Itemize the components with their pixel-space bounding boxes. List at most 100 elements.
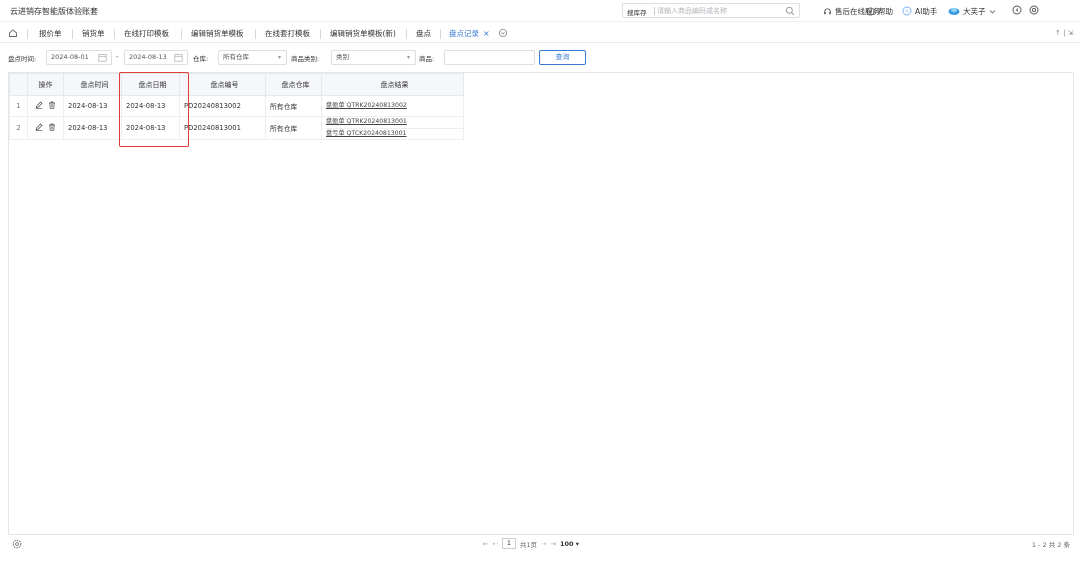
row-actions: [27, 95, 64, 117]
first-page-button[interactable]: ⇤: [483, 540, 488, 548]
tab-edit-sales-template[interactable]: 编辑销货单模板: [191, 28, 244, 40]
pagination: ⇤ ⇠ 1 共1页 ⇢ ⇥ 100 ▾: [483, 538, 579, 549]
tab-sales-order[interactable]: 销货单: [82, 28, 105, 40]
product-label: 商品:: [419, 55, 435, 63]
record-count: 1 - 2 共 2 条: [1031, 541, 1070, 549]
date-from-value: 2024-08-01: [51, 53, 89, 61]
last-page-button[interactable]: ⇥: [551, 540, 556, 548]
user-menu[interactable]: 大芙子: [948, 3, 996, 19]
tab-online-print-template[interactable]: 在线打印模板: [124, 28, 169, 40]
total-pages-label: 共1页: [519, 540, 538, 549]
tab-stocktake-records[interactable]: 盘点记录: [449, 28, 479, 40]
table-header-row: 操作 盘点时间 盘点日期 盘点编号 盘点仓库 盘点结果: [9, 73, 464, 96]
page-number-input[interactable]: 1: [501, 538, 516, 549]
edit-icon[interactable]: [35, 123, 43, 131]
cell-stocktake-number: PD20240813001: [179, 116, 266, 140]
chevron-down-icon: ▾: [406, 54, 410, 61]
result-link[interactable]: 盘盈单 QTRK20240813002: [326, 101, 463, 111]
inventory-search-box[interactable]: 搜库存: [622, 3, 800, 18]
tab-divider: [72, 29, 73, 39]
col-stocktake-date[interactable]: 盘点日期: [121, 73, 180, 96]
cell-stocktake-result: 盘盈单 QTRK20240813002: [321, 95, 464, 117]
product-input[interactable]: [444, 50, 535, 65]
date-to-field[interactable]: 2024-08-13: [124, 50, 188, 65]
edit-icon[interactable]: [35, 101, 43, 109]
tab-bar: 报价单 销货单 在线打印模板 编辑销货单模板 在线套打模板 编辑销货单模板(新)…: [0, 25, 1080, 43]
table-row[interactable]: 2 2024-08-13 2024-08-13 PD20240813001 所有…: [9, 116, 464, 140]
page-size-select[interactable]: 100 ▾: [560, 540, 579, 548]
tab-online-overlay-print-template[interactable]: 在线套打模板: [265, 28, 310, 40]
ai-assistant-icon: [902, 6, 912, 16]
warehouse-select[interactable]: 所有仓库 ▾: [218, 50, 287, 65]
ai-assistant-link[interactable]: AI助手: [902, 3, 937, 19]
calendar-icon: [98, 54, 107, 62]
cell-stocktake-warehouse: 所有仓库: [265, 95, 322, 117]
tab-edit-sales-template-new[interactable]: 编辑销货单模板(新): [330, 28, 396, 40]
compass-icon: [866, 6, 875, 16]
col-index: [9, 73, 28, 96]
tab-divider: [114, 29, 115, 39]
col-stocktake-warehouse[interactable]: 盘点仓库: [265, 73, 322, 96]
cell-stocktake-result: 盘盈单 QTRK20240813001 盘亏单 QTCK20240813001: [321, 116, 464, 140]
tab-divider: [27, 29, 28, 39]
help-label: 帮助: [878, 6, 893, 16]
gear-icon[interactable]: [12, 539, 22, 549]
top-bar: 云进销存智能版体验账套 搜库存 售后在线服务 帮助 AI助手 大芙子: [0, 0, 1080, 22]
result-link[interactable]: 盘亏单 QTCK20240813001: [326, 129, 463, 139]
headset-icon: [824, 7, 831, 14]
cell-stocktake-number: PD20240813002: [179, 95, 266, 117]
col-actions[interactable]: 操作: [27, 73, 64, 96]
chevron-down-icon: ▾: [277, 54, 281, 61]
date-to-value: 2024-08-13: [129, 53, 167, 61]
date-range-separator: -: [116, 53, 119, 61]
logout-icon[interactable]: [1012, 5, 1022, 15]
tab-stocktake[interactable]: 盘点: [416, 28, 431, 40]
date-from-field[interactable]: 2024-08-01: [46, 50, 112, 65]
stocktake-time-label: 盘点时间:: [8, 55, 37, 63]
ai-assistant-label: AI助手: [915, 6, 938, 16]
row-actions: [27, 116, 64, 140]
next-page-button[interactable]: ⇢: [541, 540, 546, 548]
trash-icon[interactable]: [48, 101, 56, 109]
trash-icon[interactable]: [48, 123, 56, 131]
row-index: 2: [9, 116, 28, 140]
tab-more-icon[interactable]: [498, 28, 508, 38]
tab-divider: [440, 29, 441, 39]
tab-close-button[interactable]: ×: [483, 29, 490, 39]
search-divider: [654, 7, 655, 15]
avatar-icon: [948, 7, 960, 15]
table-row[interactable]: 1 2024-08-13 2024-08-13 PD20240813002 所有…: [9, 95, 464, 117]
tab-divider: [181, 29, 182, 39]
cell-stocktake-warehouse: 所有仓库: [265, 116, 322, 140]
settings-icon[interactable]: [1029, 5, 1039, 15]
category-label: 商品类别:: [291, 55, 320, 63]
prev-page-button[interactable]: ⇠: [492, 540, 497, 548]
user-name: 大芙子: [963, 6, 986, 16]
col-stocktake-time[interactable]: 盘点时间: [63, 73, 122, 96]
cell-stocktake-date: 2024-08-13: [121, 116, 180, 140]
search-icon[interactable]: [785, 6, 795, 16]
chevron-down-icon: [989, 9, 995, 14]
calendar-icon: [174, 54, 183, 62]
tab-divider: [320, 29, 321, 39]
home-icon[interactable]: [8, 28, 18, 38]
col-stocktake-number[interactable]: 盘点编号: [179, 73, 266, 96]
cell-stocktake-date: 2024-08-13: [121, 95, 180, 117]
warehouse-value: 所有仓库: [223, 53, 249, 61]
tab-divider: [406, 29, 407, 39]
tab-bar-tools[interactable]: ↑ | ⇲: [1055, 29, 1074, 37]
stocktake-records-grid: 操作 盘点时间 盘点日期 盘点编号 盘点仓库 盘点结果 1 2024-08-13…: [8, 72, 1074, 552]
query-button[interactable]: 查询: [539, 50, 586, 65]
search-input[interactable]: [657, 5, 777, 16]
help-link[interactable]: 帮助: [866, 3, 893, 19]
filter-bar: 盘点时间: 2024-08-01 - 2024-08-13 仓库: 所有仓库 ▾…: [0, 48, 1080, 68]
grid-footer: ⇤ ⇠ 1 共1页 ⇢ ⇥ 100 ▾ 1 - 2 共 2 条: [8, 534, 1074, 552]
cell-stocktake-time: 2024-08-13: [63, 116, 122, 140]
app-title: 云进销存智能版体验账套: [10, 7, 98, 16]
col-stocktake-result[interactable]: 盘点结果: [321, 73, 464, 96]
tab-quotation[interactable]: 报价单: [39, 28, 62, 40]
tab-divider: [255, 29, 256, 39]
category-select[interactable]: 类别 ▾: [331, 50, 416, 65]
result-link[interactable]: 盘盈单 QTRK20240813001: [326, 117, 463, 129]
records-table: 操作 盘点时间 盘点日期 盘点编号 盘点仓库 盘点结果 1 2024-08-13…: [9, 73, 464, 140]
